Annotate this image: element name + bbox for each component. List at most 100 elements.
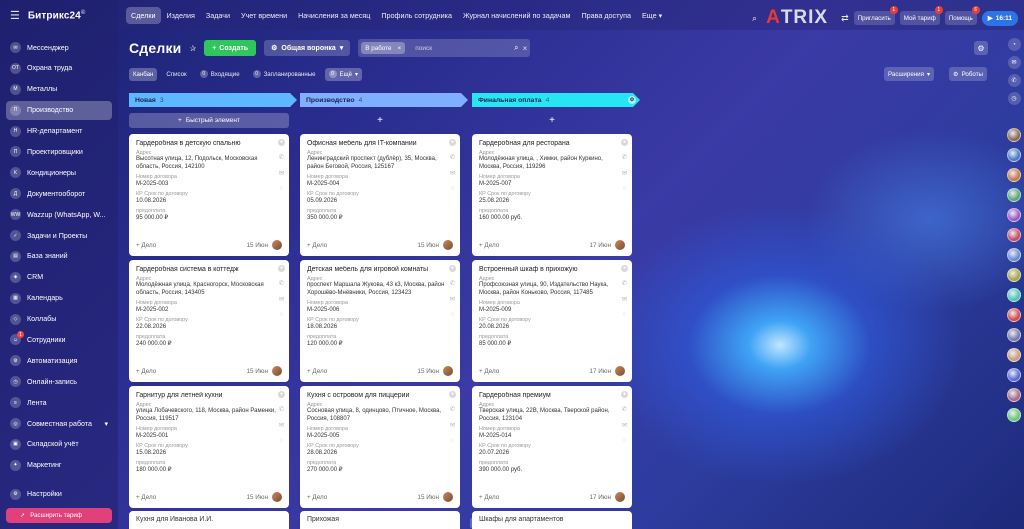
filter-search[interactable]: В работе× ⌕ × [358, 39, 531, 57]
card-title[interactable]: Шкафы для апартаментов [479, 516, 563, 523]
mail-icon[interactable]: ✉ [279, 296, 284, 304]
mail-icon[interactable]: ✉ [450, 170, 455, 178]
phone-icon[interactable]: ✆ [450, 406, 455, 414]
tab-8[interactable]: Еще ▾ [637, 7, 667, 24]
mail-icon[interactable]: ✉ [622, 422, 627, 430]
contact-avatar[interactable] [1007, 228, 1021, 242]
deal-card[interactable]: Прихожая [300, 511, 460, 529]
card-title[interactable]: Гардеробная для ресторана [479, 140, 614, 147]
robots-button[interactable]: ⚙ Роботы [949, 67, 987, 81]
sidebar-item-20[interactable]: ✦ Маркетинг [6, 456, 112, 475]
mail-icon[interactable]: ✉ [279, 170, 284, 178]
avatar[interactable] [272, 366, 282, 376]
search-input[interactable] [409, 44, 511, 52]
search-icon[interactable]: ⌕ [752, 13, 757, 24]
deal-card[interactable]: Шкафы для апартаментов [472, 511, 632, 529]
mail-icon[interactable]: ✉ [279, 422, 284, 430]
deal-card[interactable]: Детская мебель для игровой комнаты Адрес п… [300, 260, 460, 382]
card-menu-icon[interactable]: ● [278, 391, 285, 398]
worktime-button[interactable]: ▶ 16:11 [981, 10, 1018, 26]
add-activity-button[interactable]: + Дело [307, 242, 418, 249]
filter-chip[interactable]: В работе × [361, 42, 406, 54]
avatar[interactable] [615, 492, 625, 502]
tab-0[interactable]: Сделки [126, 6, 161, 24]
counter-incoming[interactable]: 0 Входящие [196, 68, 244, 81]
avatar[interactable] [615, 240, 625, 250]
contact-avatar[interactable] [1007, 288, 1021, 302]
invite-button[interactable]: Пригласить 1 [853, 6, 898, 25]
tab-3[interactable]: Учет времени [236, 7, 292, 24]
card-title[interactable]: Кухня для Иванова И.И. [136, 516, 213, 523]
chat-icon[interactable]: ◌ [280, 311, 284, 319]
sidebar-item-13[interactable]: ◇ Коллабы [6, 310, 112, 329]
pin-icon[interactable]: ✰ [190, 44, 197, 53]
mail-icon[interactable]: ✉ [450, 296, 455, 304]
card-title[interactable]: Офисная мебель для IT-компании [307, 140, 442, 147]
avatar[interactable] [272, 492, 282, 502]
view-kanban[interactable]: Канбан [129, 67, 158, 81]
chat-icon[interactable]: ◌ [623, 185, 627, 193]
deal-card[interactable]: Встроенный шкаф в прихожую Адрес Профсоюзн… [472, 260, 632, 382]
card-title[interactable]: Кухня с островом для пиццерии [307, 392, 442, 399]
card-menu-icon[interactable]: ● [278, 265, 285, 272]
notifications-icon[interactable]: ◔ [1007, 38, 1021, 51]
sidebar-item-19[interactable]: ▣ Складской учёт [6, 435, 112, 454]
contact-avatar[interactable] [1007, 348, 1021, 362]
menu-burger-icon[interactable]: ☰ [10, 10, 20, 22]
avatar[interactable] [443, 366, 453, 376]
card-title[interactable]: Встроенный шкаф в прихожую [479, 266, 614, 273]
phone-icon[interactable]: ✆ [279, 406, 284, 414]
contact-avatar[interactable] [1007, 208, 1021, 222]
chat-icon[interactable]: ◌ [623, 311, 627, 319]
kanban-settings-icon[interactable]: ⚙ [974, 41, 988, 55]
sidebar-item-14[interactable]: ☺ Сотрудники 1 [6, 330, 112, 349]
phone-icon[interactable]: ✆ [622, 154, 627, 162]
chat-icon[interactable]: ◌ [451, 437, 455, 445]
add-card-button[interactable]: + [472, 113, 632, 128]
quick-add-button[interactable]: + Быстрый элемент [129, 113, 289, 128]
contact-avatar[interactable] [1007, 368, 1021, 382]
chat-icon[interactable]: ✉ [1007, 56, 1021, 69]
column-settings-icon[interactable]: ⚙ [628, 96, 636, 104]
deal-card[interactable]: Гардеробная в детскую спальню Адрес Высотн… [129, 134, 289, 256]
avatar[interactable] [443, 492, 453, 502]
sidebar-item-16[interactable]: ◷ Онлайн-запись [6, 372, 112, 391]
brand-name[interactable]: Битрикс24© [28, 10, 85, 21]
phone-icon[interactable]: ✆ [450, 280, 455, 288]
card-menu-icon[interactable]: ● [449, 391, 456, 398]
sidebar-item-1[interactable]: ОТ Охрана труда [6, 59, 112, 78]
sidebar-item-12[interactable]: ▦ Календарь [6, 289, 112, 308]
phone-icon[interactable]: ✆ [279, 280, 284, 288]
tab-5[interactable]: Профиль сотрудника [376, 7, 457, 24]
card-menu-icon[interactable]: ● [621, 265, 628, 272]
extend-tariff-button[interactable]: ➚ Расширить тариф [6, 508, 112, 523]
contact-avatar[interactable] [1007, 168, 1021, 182]
sidebar-item-7[interactable]: Д Документооборот [6, 184, 112, 203]
phone-icon[interactable]: ✆ [279, 154, 284, 162]
add-activity-button[interactable]: + Дело [136, 242, 247, 249]
deal-card[interactable]: Гардеробная система в коттедж Адрес Молодё… [129, 260, 289, 382]
contact-avatar[interactable] [1007, 408, 1021, 422]
deal-card[interactable]: Кухня для Иванова И.И. [129, 511, 289, 529]
add-activity-button[interactable]: + Дело [479, 368, 590, 375]
card-title[interactable]: Гардеробная система в коттедж [136, 266, 271, 273]
sidebar-item-10[interactable]: ▤ База знаний [6, 247, 112, 266]
chip-close-icon[interactable]: × [398, 45, 402, 52]
sidebar-item-11[interactable]: ◈ CRM [6, 268, 112, 287]
card-title[interactable]: Детская мебель для игровой комнаты [307, 266, 442, 273]
add-activity-button[interactable]: + Дело [479, 242, 590, 249]
clear-icon[interactable]: × [523, 44, 528, 53]
card-title[interactable]: Прихожая [307, 516, 339, 523]
chat-icon[interactable]: ◌ [451, 185, 455, 193]
horizontal-scroll-handle[interactable] [470, 518, 480, 528]
card-menu-icon[interactable]: ● [449, 265, 456, 272]
card-menu-icon[interactable]: ● [278, 139, 285, 146]
tab-7[interactable]: Права доступа [576, 7, 636, 24]
sidebar-item-9[interactable]: ✓ Задачи и Проекты [6, 226, 112, 245]
sidebar-item-5[interactable]: П Проектировщики [6, 142, 112, 161]
contact-avatar[interactable] [1007, 148, 1021, 162]
sidebar-item-18[interactable]: ◎ Совместная работа ▾ [6, 414, 112, 433]
my-tariff-button[interactable]: Мой тариф 1 [899, 6, 943, 25]
deal-card[interactable]: Кухня с островом для пиццерии Адрес Соснов… [300, 386, 460, 508]
tab-4[interactable]: Начисления за месяц [293, 7, 375, 24]
